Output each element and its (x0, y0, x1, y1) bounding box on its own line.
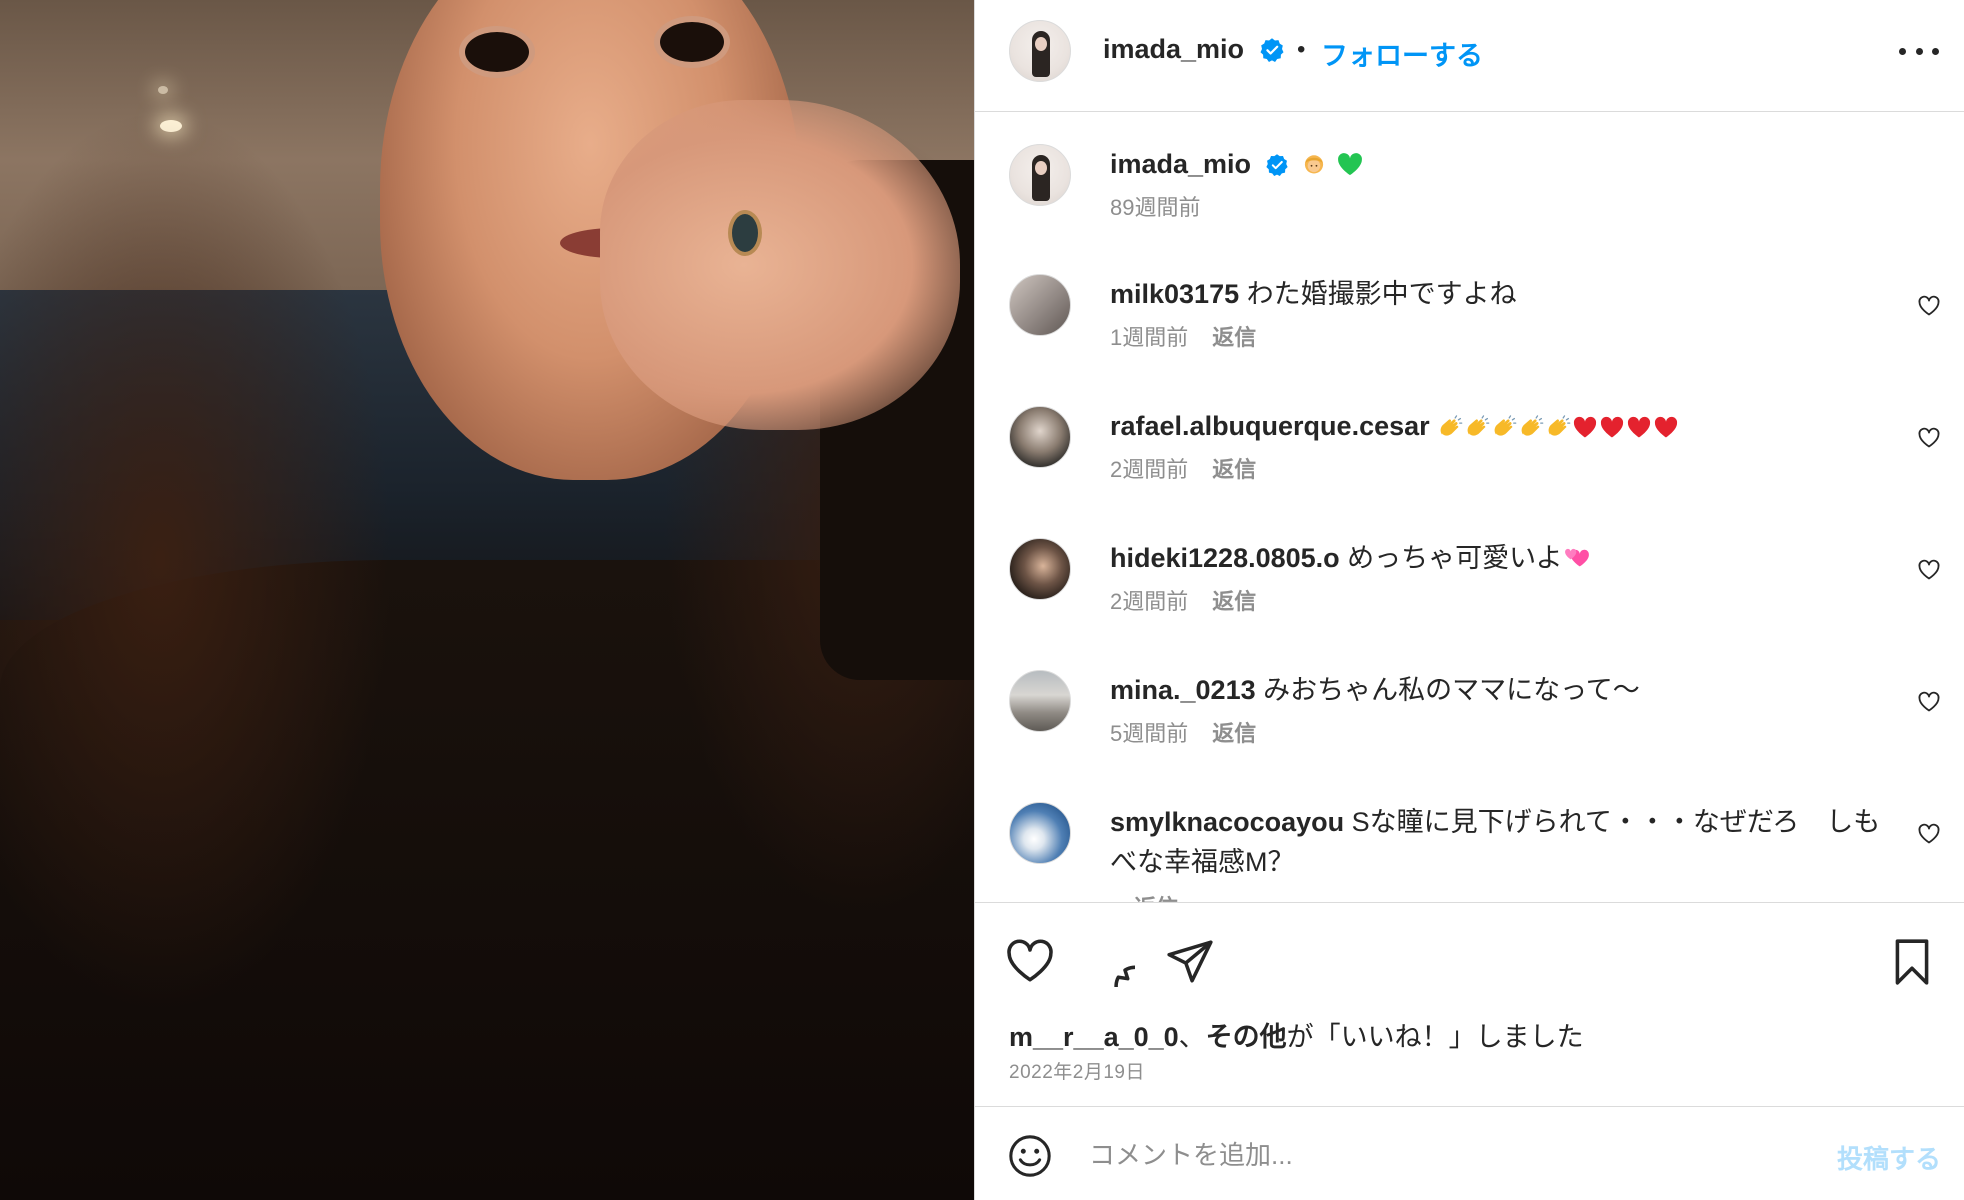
comment-time[interactable]: 2週間前 (1110, 589, 1188, 614)
clapping-hands-emoji (1440, 415, 1463, 436)
reply-button[interactable]: 返信 (1212, 721, 1256, 746)
verified-badge-icon (1265, 154, 1288, 177)
comment-like-heart-icon[interactable] (1917, 558, 1941, 582)
comments-list[interactable]: imada_mio 89週間前 milk03175 わた婚撮影中ですよね 1週間… (975, 112, 1964, 902)
post-actions: m__r__a_0_0、その他が「いいね！」しました 2022年2月19日 (975, 902, 1964, 1108)
comment-like-heart-icon[interactable] (1917, 294, 1941, 318)
reply-button[interactable]: 返信 (1212, 457, 1256, 482)
bookmark-icon[interactable] (1887, 937, 1937, 987)
follow-button[interactable]: フォローする (1321, 34, 1483, 73)
commenter-avatar[interactable] (1009, 538, 1071, 600)
comment-text: hideki1228.0805.o めっちゃ可愛いよ (1110, 538, 1890, 578)
comment-emoji-group (1437, 411, 1680, 441)
heart-outline-icon[interactable] (1005, 937, 1055, 987)
comment-time[interactable]: 5週間前 (1110, 721, 1188, 746)
photo-ring (728, 210, 762, 256)
likes-separator: 、 (1178, 1022, 1206, 1052)
comment-time[interactable]: 1週間前 (1110, 325, 1188, 350)
person-blond-emoji (1304, 155, 1324, 174)
post-header: imada_mio • フォローする (975, 0, 1964, 112)
post-date[interactable]: 2022年2月19日 (1009, 1057, 1145, 1084)
commenter-avatar[interactable] (1009, 802, 1071, 864)
red-heart-emoji (1574, 416, 1597, 438)
comment-username[interactable]: rafael.albuquerque.cesar (1110, 411, 1430, 441)
post-photo[interactable] (0, 0, 974, 1200)
comment-meta: 2週間前 返信 (1110, 452, 1256, 484)
reply-button[interactable]: 返信 (1134, 895, 1178, 902)
caption-time[interactable]: 89週間前 (1110, 190, 1200, 222)
comment-time[interactable]: 2週間前 (1110, 457, 1188, 482)
owner-avatar[interactable] (1009, 20, 1071, 82)
comment-username[interactable]: milk03175 (1110, 279, 1239, 309)
comment-meta: 5週間前 返信 (1110, 716, 1256, 748)
likes-summary: m__r__a_0_0、その他が「いいね！」しました (1009, 1015, 1584, 1054)
comment-composer: 投稿する (975, 1106, 1964, 1200)
photo-left-eye (465, 32, 529, 72)
photo-right-eye (660, 22, 724, 62)
photo-hand (600, 100, 960, 430)
comment-body: みおちゃん私のママになって〜 (1263, 675, 1640, 705)
more-horizontal-icon[interactable] (1899, 38, 1939, 64)
comment-text: milk03175 わた婚撮影中ですよね (1110, 274, 1890, 314)
comment-icon[interactable] (1085, 937, 1135, 987)
comment-like-heart-icon[interactable] (1917, 426, 1941, 450)
red-heart-emoji (1655, 416, 1678, 438)
red-heart-emoji (1628, 416, 1651, 438)
reply-button[interactable]: 返信 (1212, 589, 1256, 614)
clapping-hands-emoji (1548, 415, 1571, 436)
comment-meta: 返信 (1110, 890, 1178, 902)
smiley-icon[interactable] (1007, 1133, 1053, 1179)
commenter-avatar[interactable] (1009, 406, 1071, 468)
comment-like-heart-icon[interactable] (1917, 690, 1941, 714)
clapping-hands-emoji (1521, 415, 1544, 436)
liked-by-user[interactable]: m__r__a_0_0 (1009, 1022, 1179, 1052)
clapping-hands-emoji (1467, 415, 1490, 436)
comment-username[interactable]: smylknacocoayou (1110, 807, 1344, 837)
owner-username[interactable]: imada_mio (1103, 34, 1244, 65)
red-heart-emoji (1601, 416, 1624, 438)
likes-suffix: が「いいね！」しました (1286, 1022, 1584, 1052)
commenter-avatar[interactable] (1009, 274, 1071, 336)
green-heart-emoji (1337, 153, 1362, 176)
reply-button[interactable]: 返信 (1212, 325, 1256, 350)
header-separator: • (1297, 36, 1306, 63)
verified-badge-icon (1260, 38, 1284, 62)
paper-plane-icon[interactable] (1165, 937, 1215, 987)
liked-by-others[interactable]: その他 (1206, 1022, 1287, 1052)
comment-like-heart-icon[interactable] (1917, 822, 1941, 846)
post-comment-button[interactable]: 投稿する (1837, 1139, 1941, 1176)
post-side-panel: imada_mio • フォローする imada_mio 89週間前 milk0… (974, 0, 1964, 1200)
commenter-avatar[interactable] (1009, 670, 1071, 732)
caption-text: imada_mio (1110, 144, 1890, 184)
comment-text: rafael.albuquerque.cesar (1110, 406, 1890, 446)
comment-meta: 2週間前 返信 (1110, 584, 1256, 616)
two-hearts-emoji (1564, 548, 1589, 567)
comment-text: smylknacocoayou Sな瞳に見下げられて・・・なぜだろ しもべな幸福… (1110, 802, 1890, 882)
comment-username[interactable]: mina._0213 (1110, 675, 1256, 705)
comment-body: わた婚撮影中ですよね (1246, 279, 1517, 309)
comment-body: めっちゃ可愛いよ (1347, 543, 1563, 573)
caption-username[interactable]: imada_mio (1110, 149, 1251, 179)
comment-meta: 1週間前 返信 (1110, 320, 1256, 352)
comment-input[interactable] (1087, 1131, 1731, 1179)
comment-username[interactable]: hideki1228.0805.o (1110, 543, 1340, 573)
comment-text: mina._0213 みおちゃん私のママになって〜 (1110, 670, 1890, 710)
caption-avatar[interactable] (1009, 144, 1071, 206)
clapping-hands-emoji (1494, 415, 1517, 436)
